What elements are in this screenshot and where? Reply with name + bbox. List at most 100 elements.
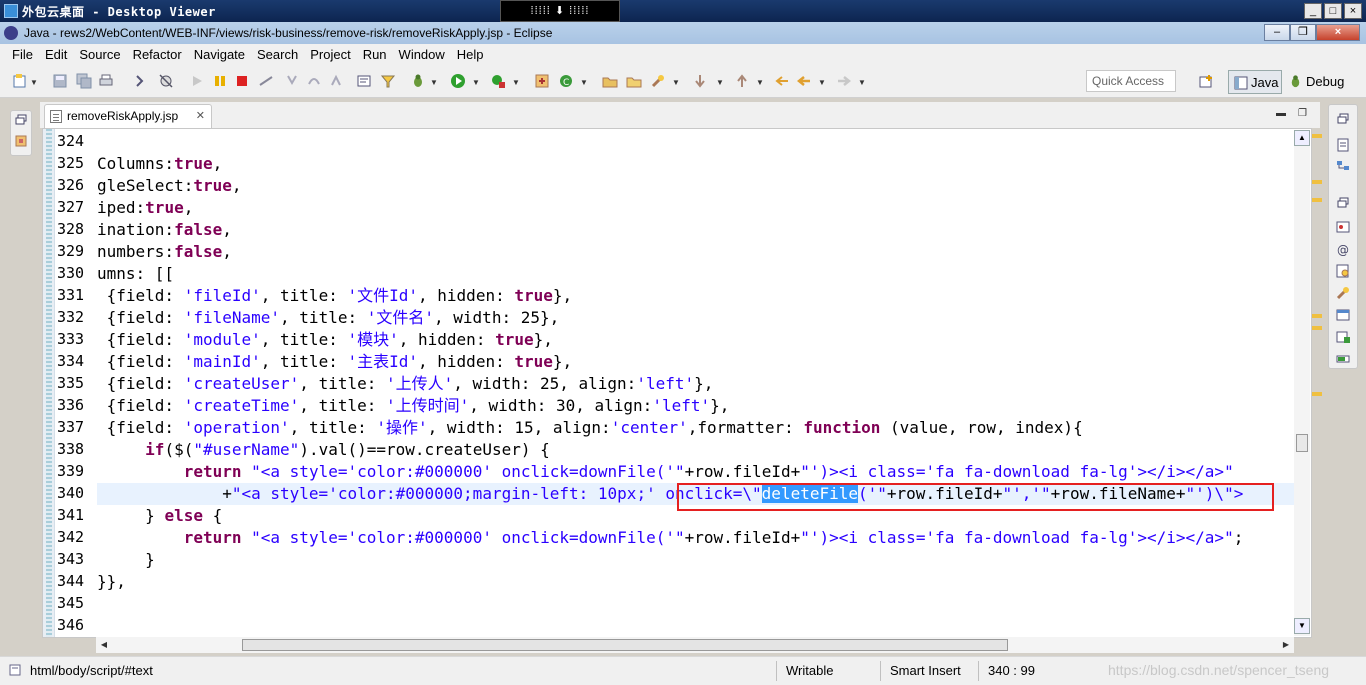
forward-icon[interactable] (836, 73, 852, 89)
toggle-mark-icon[interactable] (134, 73, 150, 89)
overview-mark[interactable] (1312, 326, 1322, 330)
console-icon[interactable] (1335, 307, 1351, 323)
overview-mark[interactable] (1312, 134, 1322, 138)
overview-mark[interactable] (1312, 314, 1322, 318)
code-line[interactable]: ination:false, (97, 219, 232, 241)
code-line[interactable]: }}, (97, 571, 126, 593)
maximize-editor-icon[interactable]: ❐ (1298, 108, 1307, 119)
vertical-scroll-thumb[interactable] (1296, 434, 1308, 452)
package-explorer-icon[interactable] (14, 134, 28, 148)
menu-edit[interactable]: Edit (39, 44, 73, 66)
scroll-down-icon[interactable]: ▼ (1294, 618, 1310, 634)
overview-mark[interactable] (1312, 392, 1322, 396)
debug-perspective-button[interactable]: Debug (1288, 74, 1344, 89)
suspend-icon[interactable] (212, 73, 228, 89)
debug-dropdown-icon[interactable]: ▼ (430, 78, 438, 87)
quick-access-input[interactable]: Quick Access (1086, 70, 1176, 92)
horizontal-scroll-thumb[interactable] (242, 639, 1008, 651)
menu-window[interactable]: Window (393, 44, 451, 66)
next-annotation-icon[interactable] (692, 73, 708, 89)
scroll-left-icon[interactable]: ◀ (96, 637, 112, 653)
coverage-dropdown-icon[interactable]: ▼ (512, 78, 520, 87)
new-dropdown-icon[interactable]: ▼ (30, 78, 38, 87)
disconnect-icon[interactable] (258, 73, 274, 89)
declaration-icon[interactable] (1335, 263, 1351, 279)
new-icon[interactable] (12, 73, 28, 89)
overview-mark[interactable] (1312, 180, 1322, 184)
forward-dropdown-icon[interactable]: ▼ (858, 78, 866, 87)
code-editor[interactable]: 324 325 326 327 328 329 330 331 332 333 334 335 336 3… (42, 128, 1312, 638)
new-java-class-icon[interactable]: C (558, 73, 574, 89)
terminate-icon[interactable] (234, 73, 250, 89)
last-edit-location-icon[interactable] (774, 73, 790, 89)
code-line[interactable]: {field: 'operation', title: '操作', width:… (97, 417, 1083, 439)
java-perspective-button[interactable]: Java (1228, 70, 1282, 94)
minimize-button[interactable]: – (1264, 24, 1290, 41)
back-dropdown-icon[interactable]: ▼ (818, 78, 826, 87)
code-line[interactable]: {field: 'createTime', title: '上传时间', wid… (97, 395, 730, 417)
step-over-icon[interactable] (306, 73, 322, 89)
progress-icon[interactable] (1335, 351, 1351, 367)
previous-annotation-icon[interactable] (734, 73, 750, 89)
code-line[interactable]: gleSelect:true, (97, 175, 242, 197)
code-text-area[interactable]: Columns:true, gleSelect:true, iped:true, in… (97, 129, 1297, 637)
new-class-dropdown-icon[interactable]: ▼ (580, 78, 588, 87)
code-line[interactable]: {field: 'createUser', title: '上传人', widt… (97, 373, 714, 395)
save-all-icon[interactable] (76, 73, 92, 89)
viewer-dropdown-handle[interactable]: ⁞⁞⁞⁞⁞ ⬇ ⁞⁞⁞⁞⁞ (500, 0, 620, 22)
open-console-icon[interactable] (356, 73, 372, 89)
step-into-icon[interactable] (284, 73, 300, 89)
restore-button[interactable]: ❐ (1290, 24, 1316, 41)
code-line[interactable]: } (97, 549, 155, 571)
search-view-icon[interactable] (1335, 285, 1351, 301)
debug-icon[interactable] (410, 73, 426, 89)
coverage-icon[interactable] (490, 73, 506, 89)
menu-project[interactable]: Project (304, 44, 356, 66)
code-line[interactable]: } else { (97, 505, 222, 527)
minimize-editor-icon[interactable]: ▬ (1276, 108, 1286, 119)
menu-navigate[interactable]: Navigate (188, 44, 251, 66)
menu-file[interactable]: File (6, 44, 39, 66)
overview-mark[interactable] (1312, 198, 1322, 202)
resume-icon[interactable] (190, 73, 206, 89)
run-icon[interactable] (450, 73, 466, 89)
tab-removeRiskApply[interactable]: removeRiskApply.jsp ✕ (44, 104, 212, 128)
viewer-close-button[interactable]: × (1344, 3, 1362, 19)
close-tab-icon[interactable]: ✕ (196, 109, 205, 122)
code-line[interactable]: if($("#userName").val()==row.createUser)… (97, 439, 550, 461)
code-line[interactable]: numbers:false, (97, 241, 232, 263)
code-line[interactable]: umns: [[ (97, 263, 174, 285)
menu-source[interactable]: Source (73, 44, 126, 66)
open-task-icon[interactable] (626, 73, 642, 89)
next-annotation-dropdown-icon[interactable]: ▼ (716, 78, 724, 87)
previous-annotation-dropdown-icon[interactable]: ▼ (756, 78, 764, 87)
run-dropdown-icon[interactable]: ▼ (472, 78, 480, 87)
problems-icon[interactable] (1335, 219, 1351, 235)
viewer-minimize-button[interactable]: _ (1304, 3, 1322, 19)
outline-icon[interactable] (1335, 159, 1351, 175)
viewer-maximize-button[interactable]: □ (1324, 3, 1342, 19)
code-line[interactable]: return "<a style='color:#000000' onclick… (97, 461, 1234, 483)
save-icon[interactable] (52, 73, 68, 89)
open-type-icon[interactable] (602, 73, 618, 89)
code-line[interactable]: {field: 'fileName', title: '文件名', width:… (97, 307, 560, 329)
restore-view-icon-2[interactable] (1337, 197, 1349, 209)
code-line[interactable]: {field: 'mainId', title: '主表Id', hidden:… (97, 351, 573, 373)
code-line[interactable]: {field: 'module', title: '模块', hidden: t… (97, 329, 553, 351)
task-list-icon[interactable] (1335, 137, 1351, 153)
restore-view-icon[interactable] (15, 114, 27, 126)
restore-view-icon[interactable] (1337, 113, 1349, 125)
javadoc-icon[interactable]: @ (1335, 241, 1351, 257)
skip-breakpoints-icon[interactable] (158, 73, 174, 89)
search-dropdown-icon[interactable]: ▼ (672, 78, 680, 87)
close-button[interactable]: × (1316, 24, 1360, 41)
open-perspective-icon[interactable] (1198, 74, 1214, 90)
horizontal-scrollbar[interactable]: ◀ ▶ (96, 637, 1294, 653)
insert-mode-status[interactable]: Smart Insert (890, 663, 961, 678)
scroll-up-icon[interactable]: ▲ (1294, 130, 1310, 146)
search-icon[interactable] (650, 73, 666, 89)
menu-search[interactable]: Search (251, 44, 304, 66)
menu-refactor[interactable]: Refactor (127, 44, 188, 66)
step-return-icon[interactable] (328, 73, 344, 89)
servers-icon[interactable] (1335, 329, 1351, 345)
